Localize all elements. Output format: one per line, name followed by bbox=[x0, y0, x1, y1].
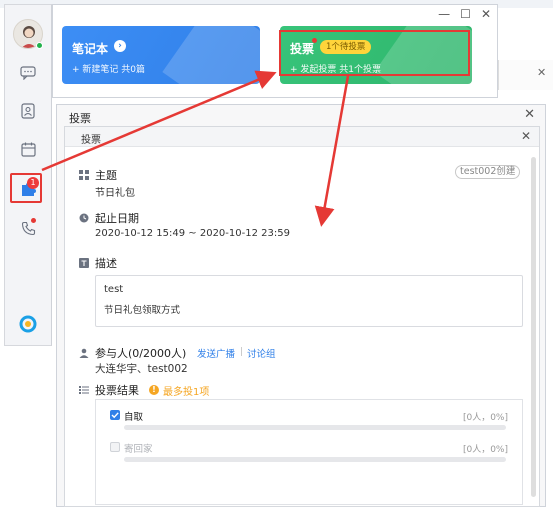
desc-line-2: 节日礼包领取方式 bbox=[104, 305, 181, 316]
phone-notification-dot bbox=[31, 218, 36, 223]
option-checkbox-2[interactable] bbox=[110, 442, 120, 452]
contacts-icon[interactable] bbox=[17, 100, 39, 122]
option-count-2: [0人，0%] bbox=[462, 445, 508, 455]
close-icon[interactable]: ✕ bbox=[521, 129, 531, 143]
discussion-group-link[interactable]: 讨论组 bbox=[247, 346, 276, 360]
calendar-icon[interactable] bbox=[17, 138, 39, 160]
date-value: 2020-10-12 15:49 ~ 2020-10-12 23:59 bbox=[95, 228, 290, 239]
option-label-1[interactable]: 自取 bbox=[124, 409, 143, 423]
online-status-dot bbox=[36, 42, 43, 49]
vote-highlight-box bbox=[279, 30, 470, 76]
vote-window-title: 投票 bbox=[69, 112, 91, 125]
results-hint: 最多投1项 bbox=[163, 387, 210, 398]
text-icon bbox=[79, 258, 89, 268]
option-bar-2 bbox=[124, 457, 506, 462]
chevron-right-icon[interactable]: › bbox=[114, 40, 126, 52]
minimize-button[interactable]: — bbox=[438, 7, 450, 21]
topic-value: 节日礼包 bbox=[95, 188, 135, 199]
option-count-1: [0人，0%] bbox=[462, 413, 508, 423]
apps-highlight-box bbox=[10, 173, 42, 203]
warning-icon: ! bbox=[149, 385, 159, 395]
grid-icon bbox=[79, 170, 89, 180]
creator-badge: test002创建 bbox=[455, 165, 521, 179]
background-close-icon: ✕ bbox=[537, 66, 547, 79]
close-window-button[interactable]: ✕ bbox=[481, 7, 491, 21]
person-icon bbox=[79, 348, 89, 358]
option-label-2[interactable]: 寄回家 bbox=[124, 441, 153, 455]
sidebar: 1 bbox=[4, 4, 52, 346]
notebook-sub[interactable]: + 新建笔记 共0篇 bbox=[72, 62, 145, 75]
date-label: 起止日期 bbox=[95, 212, 139, 225]
notebook-title: 笔记本 bbox=[72, 42, 109, 56]
list-icon bbox=[79, 385, 89, 395]
chat-icon[interactable] bbox=[17, 62, 39, 84]
participants-label: 参与人(0/2000人) bbox=[95, 347, 187, 360]
send-broadcast-link[interactable]: 发送广播 bbox=[197, 346, 235, 360]
vote-detail-title: 投票 bbox=[81, 135, 101, 146]
link-divider bbox=[241, 347, 242, 356]
close-icon[interactable]: ✕ bbox=[524, 107, 535, 122]
scrollbar[interactable] bbox=[531, 157, 536, 497]
maximize-button[interactable]: ☐ bbox=[460, 7, 471, 21]
option-bar-1 bbox=[124, 425, 506, 430]
desc-label: 描述 bbox=[95, 257, 117, 270]
clock-icon bbox=[79, 213, 89, 223]
results-box: 自取 [0人，0%] 寄回家 [0人，0%] bbox=[95, 399, 523, 505]
notebook-card[interactable]: 笔记本 › + 新建笔记 共0篇 bbox=[62, 26, 260, 84]
results-label: 投票结果 bbox=[95, 384, 139, 397]
participants-value: 大连华宇、test002 bbox=[95, 363, 188, 375]
description-box: test 节日礼包领取方式 bbox=[95, 275, 523, 327]
card-decoration bbox=[162, 26, 260, 84]
app-logo bbox=[17, 313, 39, 335]
vote-detail-header: 投票 ✕ bbox=[65, 127, 539, 147]
apps-badge: 1 bbox=[27, 177, 39, 189]
topic-label: 主题 bbox=[95, 169, 117, 182]
window-controls: — ☐ ✕ bbox=[438, 7, 491, 21]
vote-detail-panel: 投票 ✕ 主题 节日礼包 test002创建 起止日期 2020-10-12 1… bbox=[64, 126, 540, 507]
desc-line-1: test bbox=[104, 284, 124, 295]
option-checkbox-1[interactable] bbox=[110, 410, 120, 420]
